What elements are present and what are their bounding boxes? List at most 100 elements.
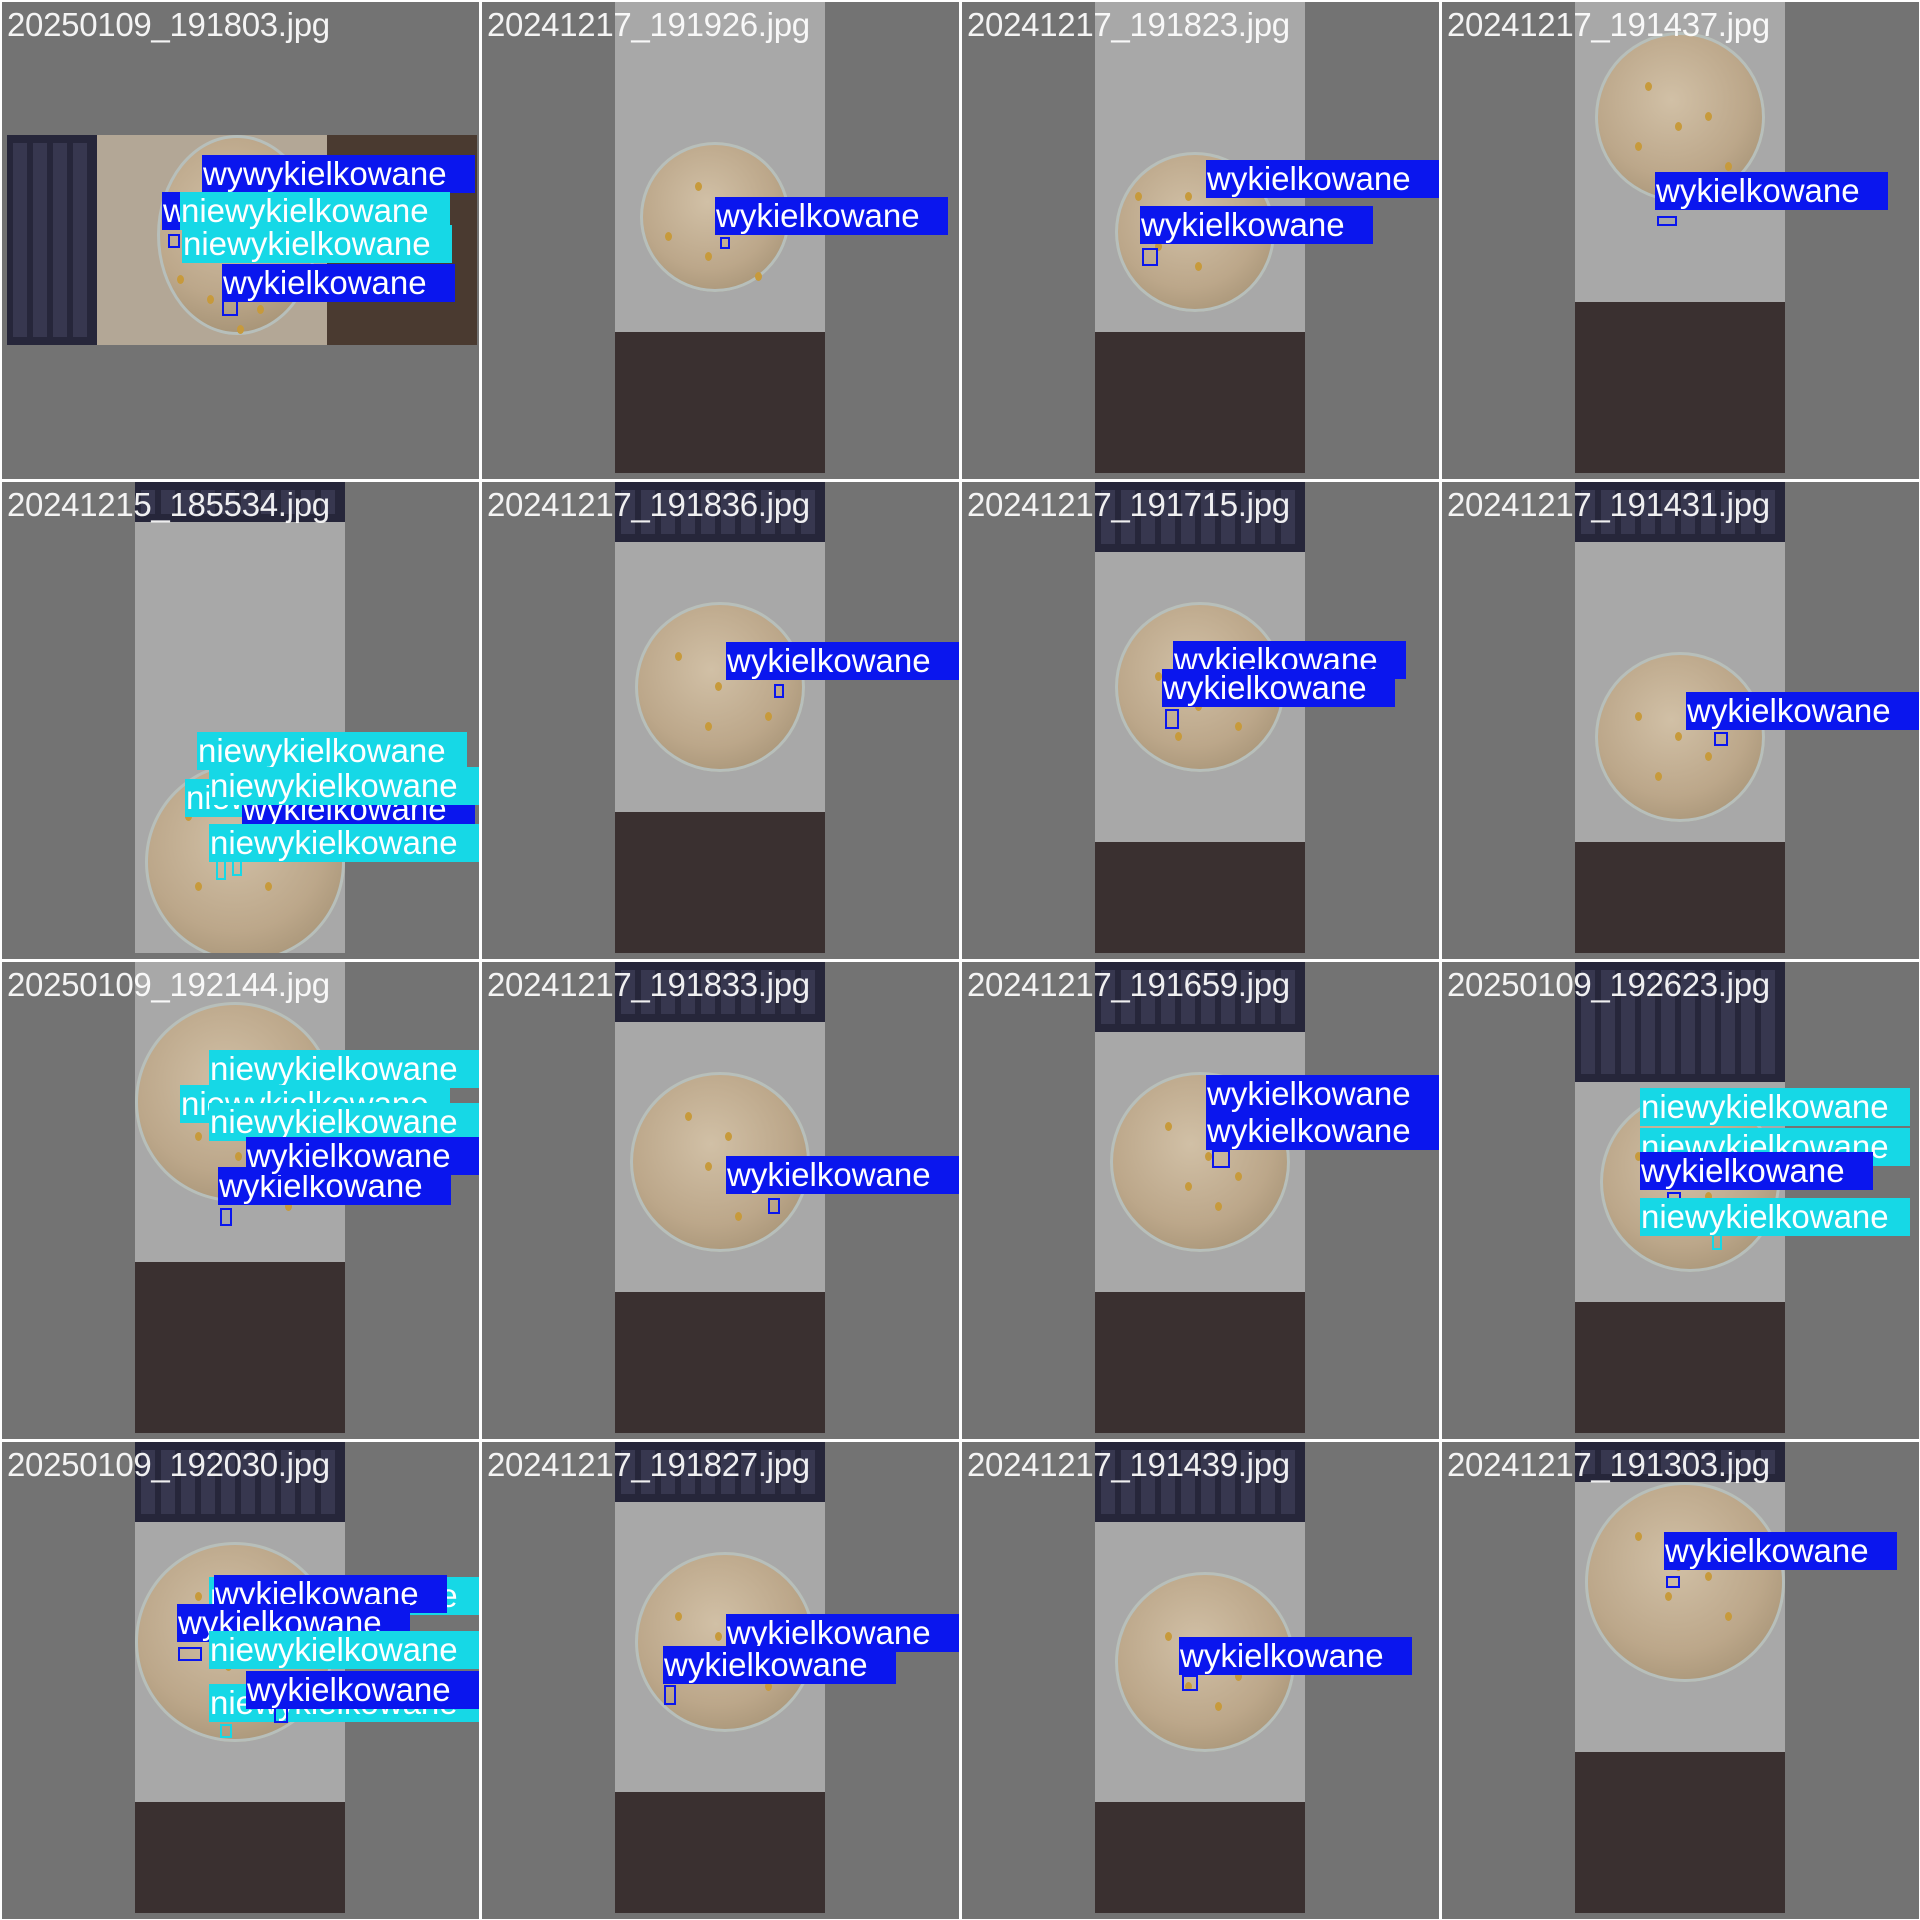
detection-bounding-box	[664, 1685, 676, 1705]
result-tile: wykielkowane wykielkowane 20241217_191827.…	[482, 1442, 959, 1919]
seed	[237, 325, 244, 334]
detection-class-label: wykielkowane	[715, 197, 948, 235]
seed	[1705, 752, 1712, 761]
detection-bounding-box	[222, 300, 238, 316]
seed	[695, 182, 702, 191]
seed	[235, 1152, 242, 1161]
seed	[1195, 262, 1202, 271]
detection-bounding-box	[1165, 709, 1179, 729]
petri-dish-photo	[1575, 1442, 1785, 1913]
seed	[1235, 722, 1242, 731]
seed	[1185, 1182, 1192, 1191]
seed	[665, 232, 672, 241]
image-filename: 20241215_185534.jpg	[7, 486, 330, 523]
seed	[1135, 192, 1142, 201]
image-filename: 20241217_191437.jpg	[1447, 6, 1770, 43]
seed	[1185, 192, 1192, 201]
seed	[1165, 1122, 1172, 1131]
detection-bounding-box	[274, 1707, 288, 1723]
petri-dish-photo	[1095, 1442, 1305, 1913]
seed	[1635, 142, 1642, 151]
seed	[705, 1162, 712, 1171]
image-filename: 20241217_191833.jpg	[487, 966, 810, 1003]
seed	[1215, 1202, 1222, 1211]
image-filename: 20250109_191803.jpg	[7, 6, 330, 43]
seed	[705, 722, 712, 731]
detection-class-label: wykielkowane	[242, 155, 475, 193]
seed	[1675, 122, 1682, 131]
seed	[715, 1632, 722, 1641]
seed	[735, 1212, 742, 1221]
detection-class-label: wykielkowane	[246, 1137, 479, 1175]
seed	[1665, 1592, 1672, 1601]
detection-results-grid: wykielkowanewykielkowanewykielkowanewyki…	[0, 0, 1920, 1920]
detection-bounding-box	[1712, 1234, 1722, 1250]
image-filename: 20241217_191823.jpg	[967, 6, 1290, 43]
petri-dish-photo	[1095, 962, 1305, 1433]
detection-class-label: wykielkowane	[222, 264, 455, 302]
result-tile: wykielkowane 20241217_191833.jpg	[482, 962, 959, 1439]
result-tile: wykielkowane 20241217_191431.jpg	[1442, 482, 1919, 959]
result-tile: wykielkowane 20241217_191926.jpg	[482, 2, 959, 479]
petri-dish-photo	[1575, 2, 1785, 473]
seed	[1175, 732, 1182, 741]
image-filename: 20241217_191659.jpg	[967, 966, 1290, 1003]
petri-dish-photo	[615, 482, 825, 953]
detection-bounding-box	[774, 684, 784, 698]
detection-class-label: wykielkowane	[663, 1646, 896, 1684]
detection-class-label: wykielkowane	[1162, 669, 1395, 707]
detection-bounding-box	[1714, 732, 1728, 746]
detection-class-label: wykielkowane	[1206, 160, 1439, 198]
detection-class-label: niewykielkowane	[1640, 1198, 1910, 1236]
seed	[207, 295, 214, 304]
detection-class-label: niewykielkowane	[1640, 1088, 1910, 1126]
detection-bounding-box	[1666, 1576, 1680, 1588]
seed	[1235, 1172, 1242, 1181]
detection-bounding-box	[1657, 216, 1677, 226]
detection-class-label: wykielkowane	[246, 1671, 479, 1709]
detection-bounding-box	[1182, 1675, 1198, 1691]
result-tile: niewykielkowane niewykielkowane wykielkowa…	[2, 962, 479, 1439]
seed	[1725, 162, 1732, 171]
result-tile: wykielkowane 20241217_191437.jpg	[1442, 2, 1919, 479]
detection-class-label: niewykielkowane	[209, 1050, 479, 1088]
result-tile: wykielkowane 20241217_191836.jpg	[482, 482, 959, 959]
detection-bounding-box	[768, 1198, 780, 1214]
image-filename: 20241217_191926.jpg	[487, 6, 810, 43]
petri-dish-photo	[615, 962, 825, 1433]
detection-class-label: niewykielkowane	[209, 824, 479, 862]
image-filename: 20250109_192623.jpg	[1447, 966, 1770, 1003]
detection-class-label: niewykielkowane	[209, 1103, 479, 1141]
detection-class-label: wykielkowane	[726, 642, 959, 680]
detection-bounding-box	[1212, 1150, 1230, 1168]
seed	[685, 1112, 692, 1121]
detection-class-label: niewykielkowane	[180, 192, 450, 230]
image-filename: 20250109_192030.jpg	[7, 1446, 330, 1483]
seed	[705, 252, 712, 261]
detection-class-label: wykielkowane	[1686, 692, 1919, 730]
detection-bounding-box	[220, 1208, 232, 1226]
detection-bounding-box	[168, 234, 180, 248]
result-tile: wykielkowane 20241217_191439.jpg	[962, 1442, 1439, 1919]
detection-bounding-box	[1142, 248, 1158, 266]
detection-class-label: wykielkowane	[1655, 172, 1888, 210]
seed	[715, 682, 722, 691]
detection-class-label: niewykielkowane	[209, 1631, 479, 1669]
petri-dish-photo	[135, 482, 345, 953]
result-tile: wykielkowane 20241217_191303.jpg	[1442, 1442, 1919, 1919]
seed	[1675, 732, 1682, 741]
petri-dish-photo	[1095, 482, 1305, 953]
seed	[257, 305, 264, 314]
seed	[1635, 712, 1642, 721]
seed	[675, 1612, 682, 1621]
seed	[1215, 1702, 1222, 1711]
image-filename: 20241217_191431.jpg	[1447, 486, 1770, 523]
seed	[1655, 772, 1662, 781]
result-tile: wykielkowanewykielkowanewykielkowanewyki…	[2, 2, 479, 479]
seed	[1205, 1152, 1212, 1161]
result-tile: wykielkowane wykielkowane 20241217_191659.…	[962, 962, 1439, 1439]
image-filename: 20250109_192144.jpg	[7, 966, 330, 1003]
seed	[265, 882, 272, 891]
keyboard-background	[7, 135, 97, 345]
seed	[725, 1132, 732, 1141]
